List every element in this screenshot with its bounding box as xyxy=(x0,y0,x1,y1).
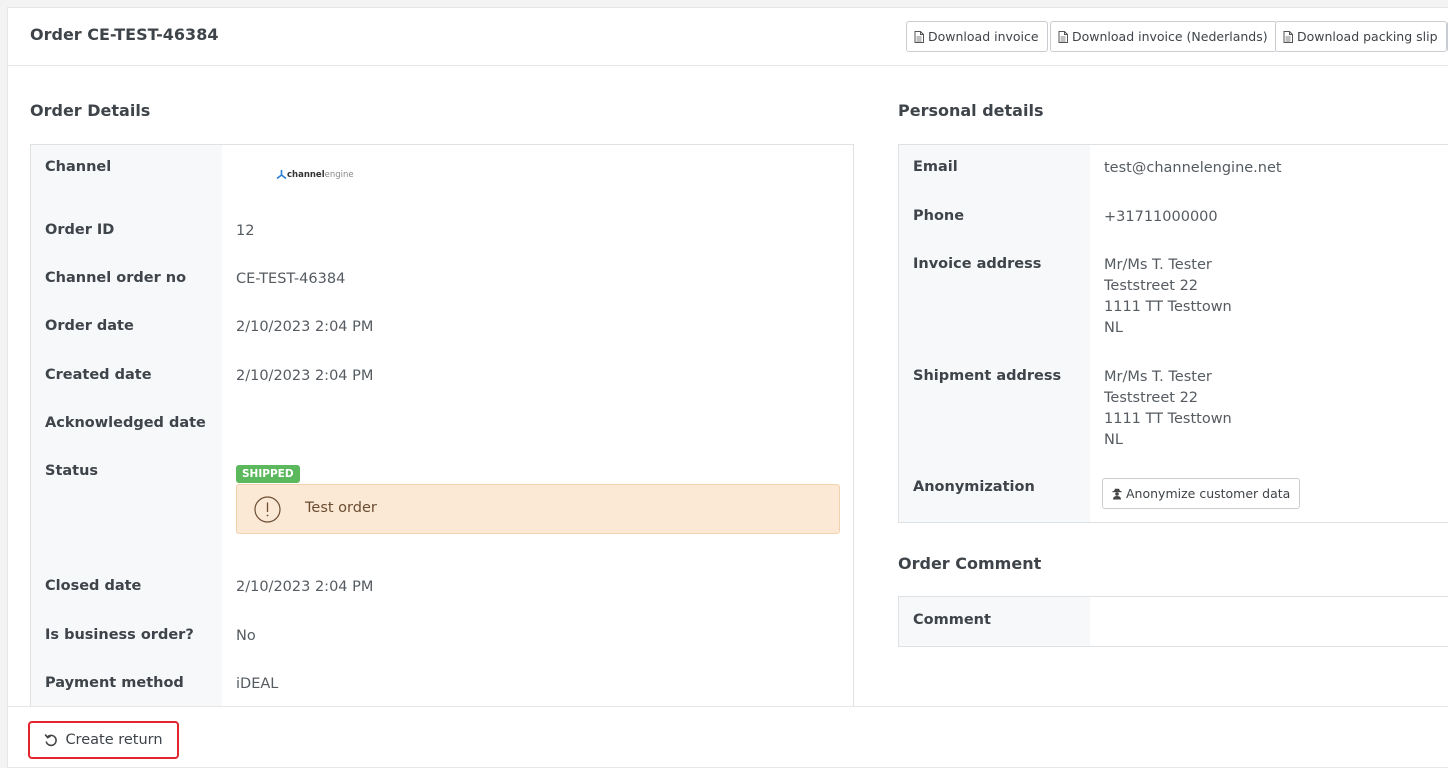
row-value-created-date: 2/10/2023 2:04 PM xyxy=(236,368,374,384)
order-comment-table: Comment xyxy=(898,596,1448,647)
page-title: Order CE-TEST-46384 xyxy=(30,25,219,44)
user-secret-icon xyxy=(1112,488,1122,499)
file-icon xyxy=(1283,30,1293,43)
row-label-payment-method: Payment method xyxy=(45,675,184,691)
row-label-channel-order-no: Channel order no xyxy=(45,270,187,286)
row-label-comment: Comment xyxy=(913,612,991,628)
order-comment-title: Order Comment xyxy=(898,554,1042,573)
test-order-alert: Test order xyxy=(236,484,840,534)
status-badge: SHIPPED xyxy=(236,465,300,483)
download-invoice-label: Download invoice xyxy=(928,29,1039,44)
invoice-address-line: Mr/Ms T. Tester xyxy=(1104,257,1212,273)
row-label-email: Email xyxy=(913,159,958,175)
label-column xyxy=(899,145,1090,522)
order-details-table: Channel channel engine Order ID 12 Channe… xyxy=(30,144,854,744)
row-label-order-id: Order ID xyxy=(45,222,115,238)
row-label-shipment-address: Shipment address xyxy=(913,368,1062,384)
email-value: test@channelengine.net xyxy=(1104,160,1282,176)
shipment-address: Mr/Ms T. Tester Teststreet 22 1111 TT Te… xyxy=(1104,367,1232,451)
row-label-business-order: Is business order? xyxy=(45,627,194,643)
row-value-channel-order-no: CE-TEST-46384 xyxy=(236,271,346,287)
row-label-status: Status xyxy=(45,463,99,479)
invoice-address: Mr/Ms T. Tester Teststreet 22 1111 TT Te… xyxy=(1104,255,1232,339)
panel-footer: Create return xyxy=(8,706,1448,767)
logo-text-bold: channel xyxy=(287,169,325,180)
anonymize-label: Anonymize customer data xyxy=(1126,486,1291,501)
shipment-address-line: 1111 TT Testtown xyxy=(1104,411,1232,427)
download-packing-slip-button[interactable]: Download packing slip xyxy=(1275,21,1447,52)
invoice-address-line: Teststreet 22 xyxy=(1104,278,1199,294)
file-icon xyxy=(914,30,924,43)
personal-details-table: Email test@channelengine.net Phone +3171… xyxy=(898,144,1448,523)
invoice-address-line: NL xyxy=(1104,320,1123,336)
channelengine-logo-icon xyxy=(276,170,287,180)
shipment-address-line: Mr/Ms T. Tester xyxy=(1104,369,1212,385)
order-panel: Order CE-TEST-46384 Download invoice Dow… xyxy=(7,7,1448,768)
panel-header: Order CE-TEST-46384 Download invoice Dow… xyxy=(8,8,1448,66)
row-label-phone: Phone xyxy=(913,208,965,224)
undo-icon xyxy=(45,734,58,747)
download-invoice-nl-button[interactable]: Download invoice (Nederlands) xyxy=(1050,21,1277,52)
channelengine-logo: channel engine xyxy=(276,169,354,180)
row-label-acknowledged-date: Acknowledged date xyxy=(45,415,206,431)
shipment-address-line: Teststreet 22 xyxy=(1104,390,1199,406)
file-icon xyxy=(1058,30,1068,43)
order-details-title: Order Details xyxy=(30,101,151,120)
row-label-channel: Channel xyxy=(45,159,112,175)
anonymize-customer-data-button[interactable]: Anonymize customer data xyxy=(1102,478,1301,509)
create-return-label: Create return xyxy=(65,732,163,748)
row-value-payment-method: iDEAL xyxy=(236,676,279,692)
row-label-order-date: Order date xyxy=(45,318,134,334)
row-value-closed-date: 2/10/2023 2:04 PM xyxy=(236,579,374,595)
row-value-order-date: 2/10/2023 2:04 PM xyxy=(236,319,374,335)
download-packing-slip-label: Download packing slip xyxy=(1297,29,1438,44)
row-value-business-order: No xyxy=(236,628,256,644)
invoice-address-line: 1111 TT Testtown xyxy=(1104,299,1232,315)
row-label-invoice-address: Invoice address xyxy=(913,256,1042,272)
alert-text: Test order xyxy=(305,500,377,516)
download-invoice-nl-label: Download invoice (Nederlands) xyxy=(1072,29,1268,44)
row-value-order-id: 12 xyxy=(236,223,255,239)
row-label-anonymization: Anonymization xyxy=(913,479,1035,495)
logo-text-light: engine xyxy=(324,169,354,180)
phone-value: +31711000000 xyxy=(1104,209,1218,225)
row-label-created-date: Created date xyxy=(45,367,152,383)
download-invoice-button[interactable]: Download invoice xyxy=(906,21,1048,52)
exclamation-circle-icon xyxy=(254,496,281,523)
personal-details-title: Personal details xyxy=(898,101,1044,120)
row-label-closed-date: Closed date xyxy=(45,578,142,594)
create-return-button[interactable]: Create return xyxy=(28,721,179,759)
shipment-address-line: NL xyxy=(1104,432,1123,448)
